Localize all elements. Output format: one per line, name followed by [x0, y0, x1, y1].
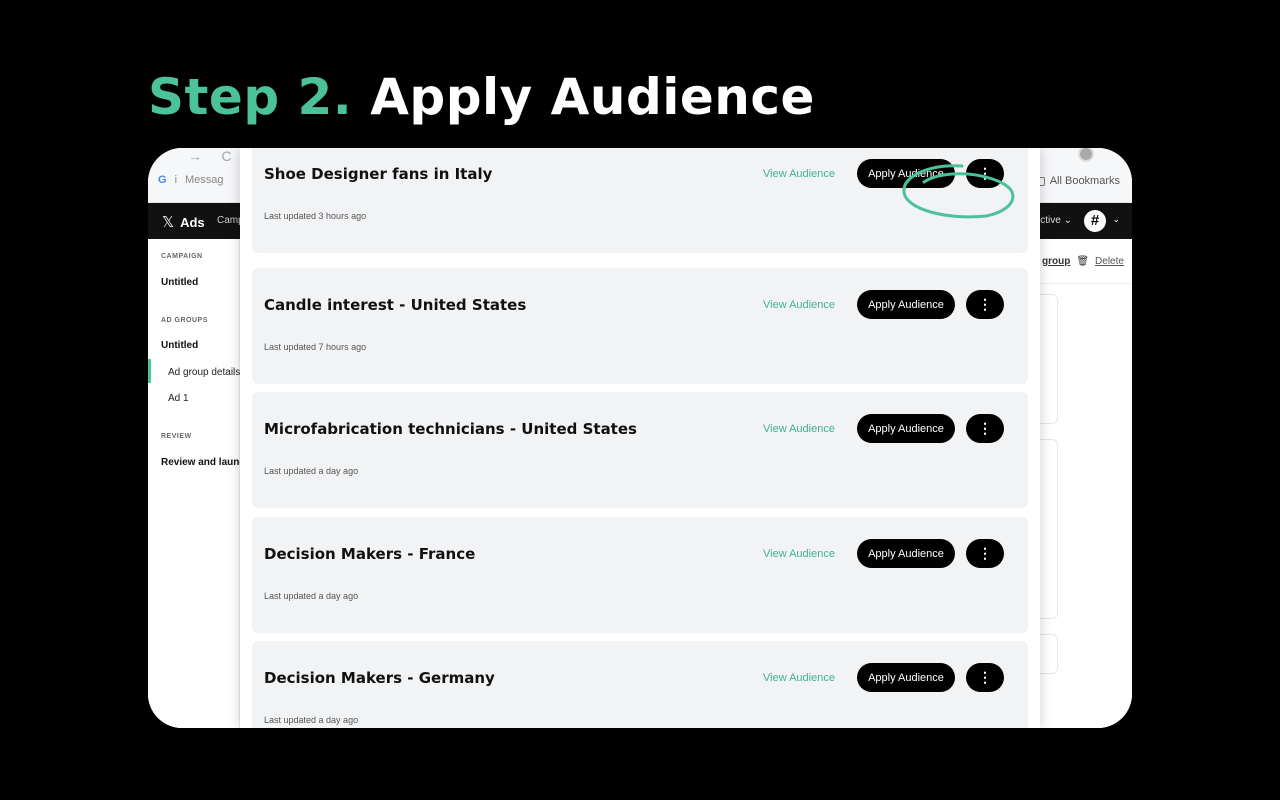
saved-audiences-modal: Shoe Designer fans in Italy Last updated…	[240, 148, 1040, 728]
screenshot-frame: → C G i Messag All Bookmarks 𝕏 Ads Camp …	[148, 148, 1132, 728]
browser-profile-avatar[interactable]	[1078, 148, 1094, 162]
apply-audience-button[interactable]: Apply Audience	[857, 539, 955, 568]
google-bookmark-icon[interactable]: G	[158, 174, 167, 186]
audience-updated: Last updated a day ago	[264, 466, 359, 476]
ad-group-header-actions: group 🗑 Delete	[1040, 239, 1132, 728]
all-bookmarks-label: All Bookmarks	[1049, 175, 1120, 187]
x-ads-logo[interactable]: 𝕏 Ads	[162, 213, 205, 231]
account-avatar[interactable]: #	[1084, 210, 1106, 232]
audience-name: Shoe Designer fans in Italy	[264, 165, 493, 183]
more-options-button[interactable]: ⋮	[966, 663, 1004, 692]
all-bookmarks[interactable]: All Bookmarks	[1032, 175, 1120, 187]
headline-title: Apply Audience	[370, 68, 815, 126]
audience-card: Decision Makers - Germany Last updated a…	[252, 641, 1028, 728]
background-panel	[1040, 634, 1058, 674]
apply-audience-button[interactable]: Apply Audience	[857, 414, 955, 443]
background-panel	[1040, 294, 1058, 424]
sidebar-item-ad-group[interactable]: Untitled	[161, 340, 198, 351]
x-logo-icon: 𝕏	[162, 214, 175, 231]
bookmarks-bar-left: G i Messag	[158, 174, 224, 186]
sidebar-item-campaign[interactable]: Untitled	[161, 277, 198, 288]
sidebar-section-campaign: CAMPAIGN	[161, 253, 203, 260]
audience-card: Microfabrication technicians - United St…	[252, 392, 1028, 508]
audience-updated: Last updated 7 hours ago	[264, 342, 367, 352]
reload-icon[interactable]: C	[221, 148, 231, 164]
apply-audience-button[interactable]: Apply Audience	[857, 663, 955, 692]
ad-group-links: group 🗑 Delete	[1042, 256, 1124, 267]
audience-name: Decision Makers - France	[264, 545, 476, 563]
audience-updated: Last updated 3 hours ago	[264, 211, 367, 221]
campaign-sidebar: CAMPAIGN Untitled AD GROUPS Untitled Ad …	[148, 239, 251, 728]
sidebar-item-ad-1[interactable]: Ad 1	[168, 393, 189, 404]
delete-link[interactable]: Delete	[1095, 256, 1124, 267]
view-audience-link[interactable]: View Audience	[763, 423, 835, 435]
apply-audience-button[interactable]: Apply Audience	[857, 290, 955, 319]
trash-icon: 🗑	[1076, 256, 1090, 267]
forward-icon[interactable]: →	[188, 148, 202, 164]
background-panel	[1040, 439, 1058, 619]
view-audience-link[interactable]: View Audience	[763, 672, 835, 684]
more-options-button[interactable]: ⋮	[966, 539, 1004, 568]
bookmark-separator: i	[174, 174, 178, 186]
audience-name: Microfabrication technicians - United St…	[264, 420, 637, 438]
headline-step: Step 2.	[148, 68, 353, 126]
sidebar-section-ad-groups: AD GROUPS	[161, 317, 208, 324]
audience-updated: Last updated a day ago	[264, 591, 359, 601]
ads-logo-text: Ads	[180, 214, 205, 230]
sidebar-active-indicator	[148, 359, 151, 383]
more-options-button[interactable]: ⋮	[966, 290, 1004, 319]
view-audience-link[interactable]: View Audience	[763, 299, 835, 311]
sidebar-item-ad-group-details[interactable]: Ad group details	[168, 367, 240, 378]
audience-name: Decision Makers - Germany	[264, 669, 495, 687]
sidebar-item-review-launch[interactable]: Review and launch	[161, 457, 251, 468]
browser-nav: → C	[188, 148, 232, 164]
more-options-button[interactable]: ⋮	[966, 414, 1004, 443]
account-status-dropdown[interactable]: ctive ⌄	[1040, 215, 1072, 226]
audience-name: Candle interest - United States	[264, 296, 527, 314]
sidebar-section-review: REVIEW	[161, 433, 192, 440]
audience-card: Candle interest - United States Last upd…	[252, 268, 1028, 384]
highlight-circle-annotation	[902, 164, 1015, 219]
bookmark-messages[interactable]: Messag	[185, 174, 224, 186]
audience-updated: Last updated a day ago	[264, 715, 359, 725]
chevron-down-icon[interactable]: ⌄	[1112, 214, 1120, 225]
view-audience-link[interactable]: View Audience	[763, 168, 835, 180]
audience-card: Decision Makers - France Last updated a …	[252, 517, 1028, 633]
header-divider	[1040, 283, 1132, 284]
ad-group-link[interactable]: group	[1042, 256, 1070, 267]
page-headline: Step 2. Apply Audience	[148, 68, 815, 126]
view-audience-link[interactable]: View Audience	[763, 548, 835, 560]
